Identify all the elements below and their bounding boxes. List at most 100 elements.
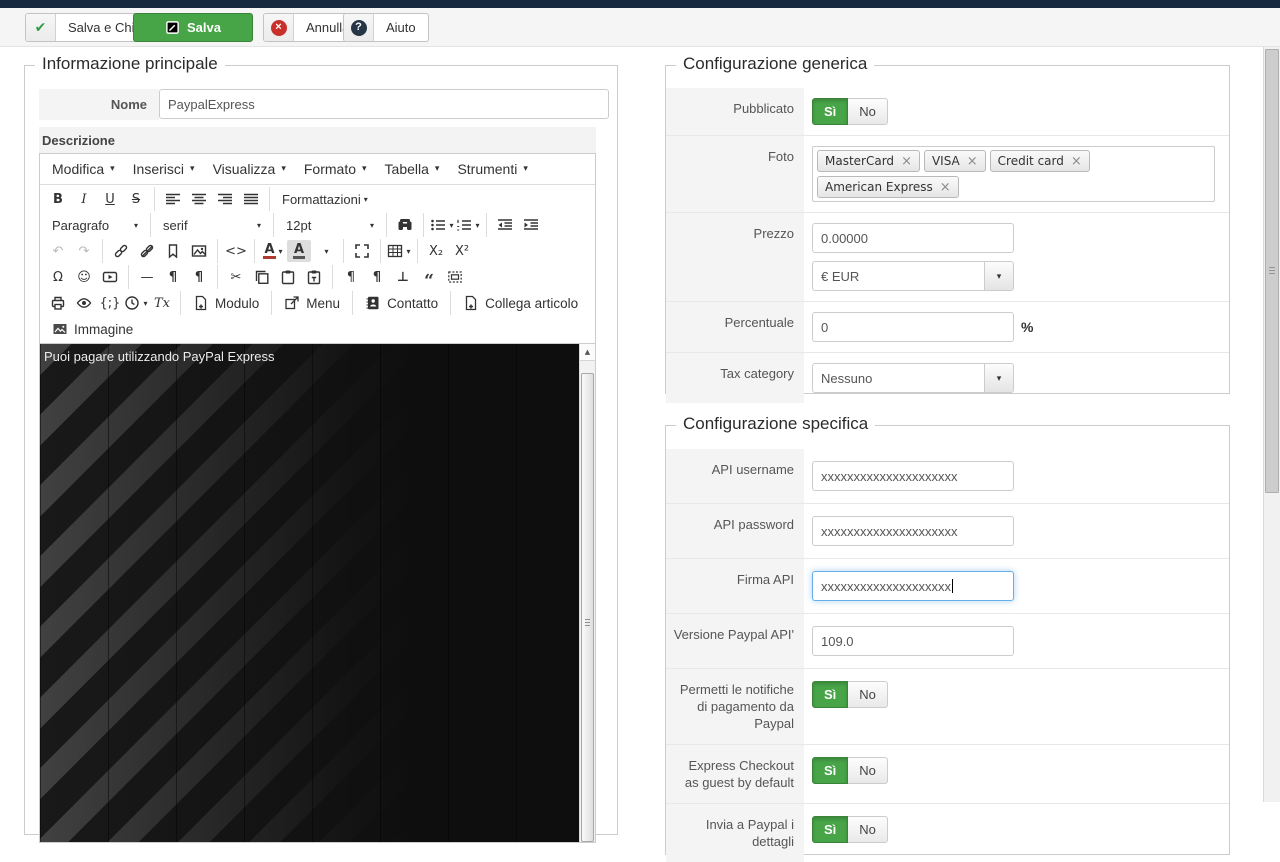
numbered-list-icon[interactable]: ▾ [456,214,480,236]
editor-content[interactable]: Puoi pagare utilizzando PayPal Express ▲ [40,344,595,842]
superscript-icon[interactable]: X² [450,240,474,262]
api-signature-input[interactable]: xxxxxxxxxxxxxxxxxxxx [812,571,1014,601]
link-article-button[interactable]: Collega articolo [456,292,585,314]
align-right-icon[interactable] [213,188,237,210]
unlink-icon[interactable] [135,240,159,262]
page-scrollbar-thumb[interactable] [1265,49,1279,493]
bold-icon[interactable]: B [46,188,70,210]
remove-tag-icon[interactable]: × [901,155,912,168]
api-version-input[interactable] [812,626,1014,656]
photo-tag-input[interactable]: MasterCard× VISA× Credit card× American … [812,146,1215,202]
express-guest-yes-button[interactable]: Sì [812,757,848,784]
code-snippet-icon[interactable]: {;} [98,292,122,314]
outdent-icon[interactable] [493,214,517,236]
menu-strumenti[interactable]: Strumenti▾ [448,157,536,181]
clear-formatting-icon[interactable]: Tx [150,292,174,314]
menu-tabella[interactable]: Tabella▾ [376,157,449,181]
font-family-dropdown[interactable]: serif▾ [156,214,268,236]
underline-icon[interactable]: U [98,188,122,210]
menu-inserisci[interactable]: Inserisci▾ [124,157,204,181]
horizontal-rule-icon[interactable]: — [135,266,159,288]
text-color-icon[interactable]: A▾ [261,240,285,262]
payment-notify-yes-button[interactable]: Sì [812,681,848,708]
strikethrough-icon[interactable]: S [124,188,148,210]
top-accent-bar [0,0,1280,8]
chevron-down-icon[interactable]: ▾ [984,262,1013,290]
percent-input[interactable] [812,312,1014,342]
tax-select[interactable]: Nessuno ▾ [812,363,1014,393]
send-details-no-button[interactable]: No [848,816,888,843]
paste-icon[interactable] [276,266,300,288]
redo-icon[interactable]: ↷ [72,240,96,262]
link-icon[interactable] [109,240,133,262]
send-details-yes-button[interactable]: Sì [812,816,848,843]
currency-select[interactable]: € EUR ▾ [812,261,1014,291]
menu-modifica[interactable]: Modifica▾ [43,157,124,181]
visual-chars-icon[interactable]: ¶ [365,266,389,288]
published-no-button[interactable]: No [848,98,888,125]
copy-icon[interactable] [250,266,274,288]
chevron-down-icon: ▾ [324,247,328,256]
name-input[interactable] [159,89,609,119]
blockquote-icon[interactable]: “ [417,266,441,288]
paste-as-text-icon[interactable] [302,266,326,288]
print-icon[interactable] [46,292,70,314]
align-center-icon[interactable] [187,188,211,210]
menu-formato[interactable]: Formato▾ [295,157,376,181]
background-color-caret[interactable]: ▾ [313,240,337,262]
insert-image-button[interactable]: Immagine [45,318,140,340]
italic-icon[interactable]: I [72,188,96,210]
save-button[interactable]: Salva [133,13,253,42]
price-input[interactable] [812,223,1014,253]
api-password-input[interactable] [812,516,1014,546]
background-color-icon[interactable]: A [287,240,311,262]
page-scrollbar[interactable] [1263,47,1280,802]
bullet-list-icon[interactable]: ▾ [430,214,454,236]
insert-datetime-icon[interactable]: ▾ [124,292,148,314]
align-left-icon[interactable] [161,188,185,210]
preview-icon[interactable] [72,292,96,314]
insert-menu-button[interactable]: Menu [277,292,347,314]
editor-scrollbar[interactable]: ▲ [579,344,595,842]
published-yes-button[interactable]: Sì [812,98,848,125]
insert-module-button[interactable]: Modulo [186,292,266,314]
insert-image-icon[interactable] [187,240,211,262]
font-size-dropdown[interactable]: 12pt▾ [279,214,381,236]
api-username-input[interactable] [812,461,1014,491]
subscript-icon[interactable]: X₂ [424,240,448,262]
formats-dropdown[interactable]: Formattazioni▾ [275,188,375,210]
template-icon[interactable] [443,266,467,288]
fullscreen-icon[interactable] [350,240,374,262]
chevron-down-icon[interactable]: ▾ [984,364,1013,392]
payment-notify-no-button[interactable]: No [848,681,888,708]
align-justify-icon[interactable] [239,188,263,210]
remove-tag-icon[interactable]: × [940,181,951,194]
remove-tag-icon[interactable]: × [1071,155,1082,168]
indent-icon[interactable] [519,214,543,236]
scroll-up-icon[interactable]: ▲ [580,344,595,361]
help-button[interactable]: ? Aiuto [343,13,429,42]
chevron-down-icon: ▾ [449,221,453,230]
cut-icon[interactable]: ✂ [224,266,248,288]
table-icon[interactable]: ▾ [387,240,411,262]
remove-tag-icon[interactable]: × [967,155,978,168]
tag-mastercard: MasterCard× [817,150,920,172]
ltr-icon[interactable]: ¶ [161,266,185,288]
emoticons-icon[interactable]: ☺ [72,266,96,288]
rtl-icon[interactable]: ¶ [187,266,211,288]
express-guest-no-button[interactable]: No [848,757,888,784]
search-replace-icon[interactable] [393,214,417,236]
paragraph-dropdown[interactable]: Paragrafo▾ [45,214,145,236]
menu-visualizza[interactable]: Visualizza▾ [204,157,295,181]
media-icon[interactable] [98,266,122,288]
nonbreaking-icon[interactable]: ⊥ [391,266,415,288]
editor-body-text: Puoi pagare utilizzando PayPal Express [40,344,595,369]
tag-american-express: American Express× [817,176,959,198]
insert-contact-button[interactable]: Contatto [358,292,445,314]
source-code-icon[interactable]: <> [224,240,248,262]
editor-scrollbar-thumb[interactable] [581,373,594,842]
special-char-icon[interactable]: Ω [46,266,70,288]
visual-blocks-icon[interactable]: ¶ [339,266,363,288]
undo-icon[interactable]: ↶ [46,240,70,262]
anchor-icon[interactable] [161,240,185,262]
